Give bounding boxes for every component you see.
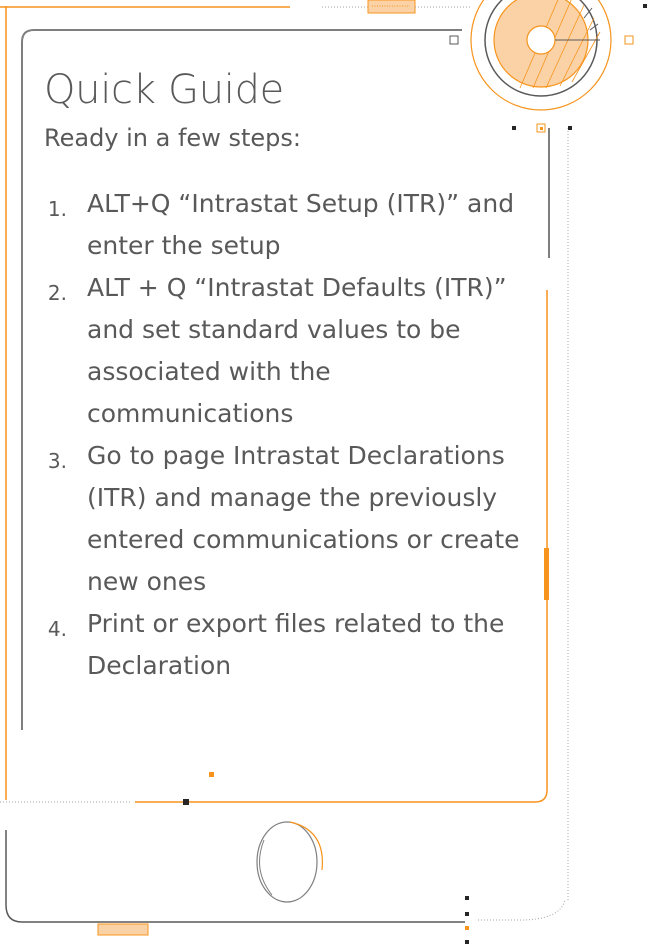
step-text: ALT + Q “Intrastat Defaults (ITR)” and s… xyxy=(87,273,507,428)
bottom-port-rect xyxy=(97,923,149,936)
step-item-2: 2. ALT + Q “Intrastat Defaults (ITR)” an… xyxy=(30,267,530,435)
step-text: ALT+Q “Intrastat Setup (ITR)” and enter … xyxy=(87,189,515,260)
step-item-1: 1. ALT+Q “Intrastat Setup (ITR)” and ent… xyxy=(30,183,530,267)
step-number: 3. xyxy=(47,449,67,473)
steps-list: 1. ALT+Q “Intrastat Setup (ITR)” and ent… xyxy=(30,183,530,687)
page-title: Quick Guide xyxy=(44,67,284,113)
step-number: 2. xyxy=(47,281,67,305)
step-number: 4. xyxy=(47,617,67,641)
step-number: 1. xyxy=(47,197,67,221)
home-button-icon xyxy=(256,821,323,903)
phone-body-bottom xyxy=(5,830,465,923)
step-item-3: 3. Go to page Intrastat Declarations (IT… xyxy=(30,435,530,603)
step-text: Print or export files related to the Dec… xyxy=(87,609,505,680)
step-text: Go to page Intrastat Declarations (ITR) … xyxy=(87,441,520,596)
circle-badge-icon xyxy=(449,0,647,133)
side-button xyxy=(544,548,549,600)
step-item-4: 4. Print or export files related to the … xyxy=(30,603,530,687)
page-subtitle: Ready in a few steps: xyxy=(44,124,301,152)
